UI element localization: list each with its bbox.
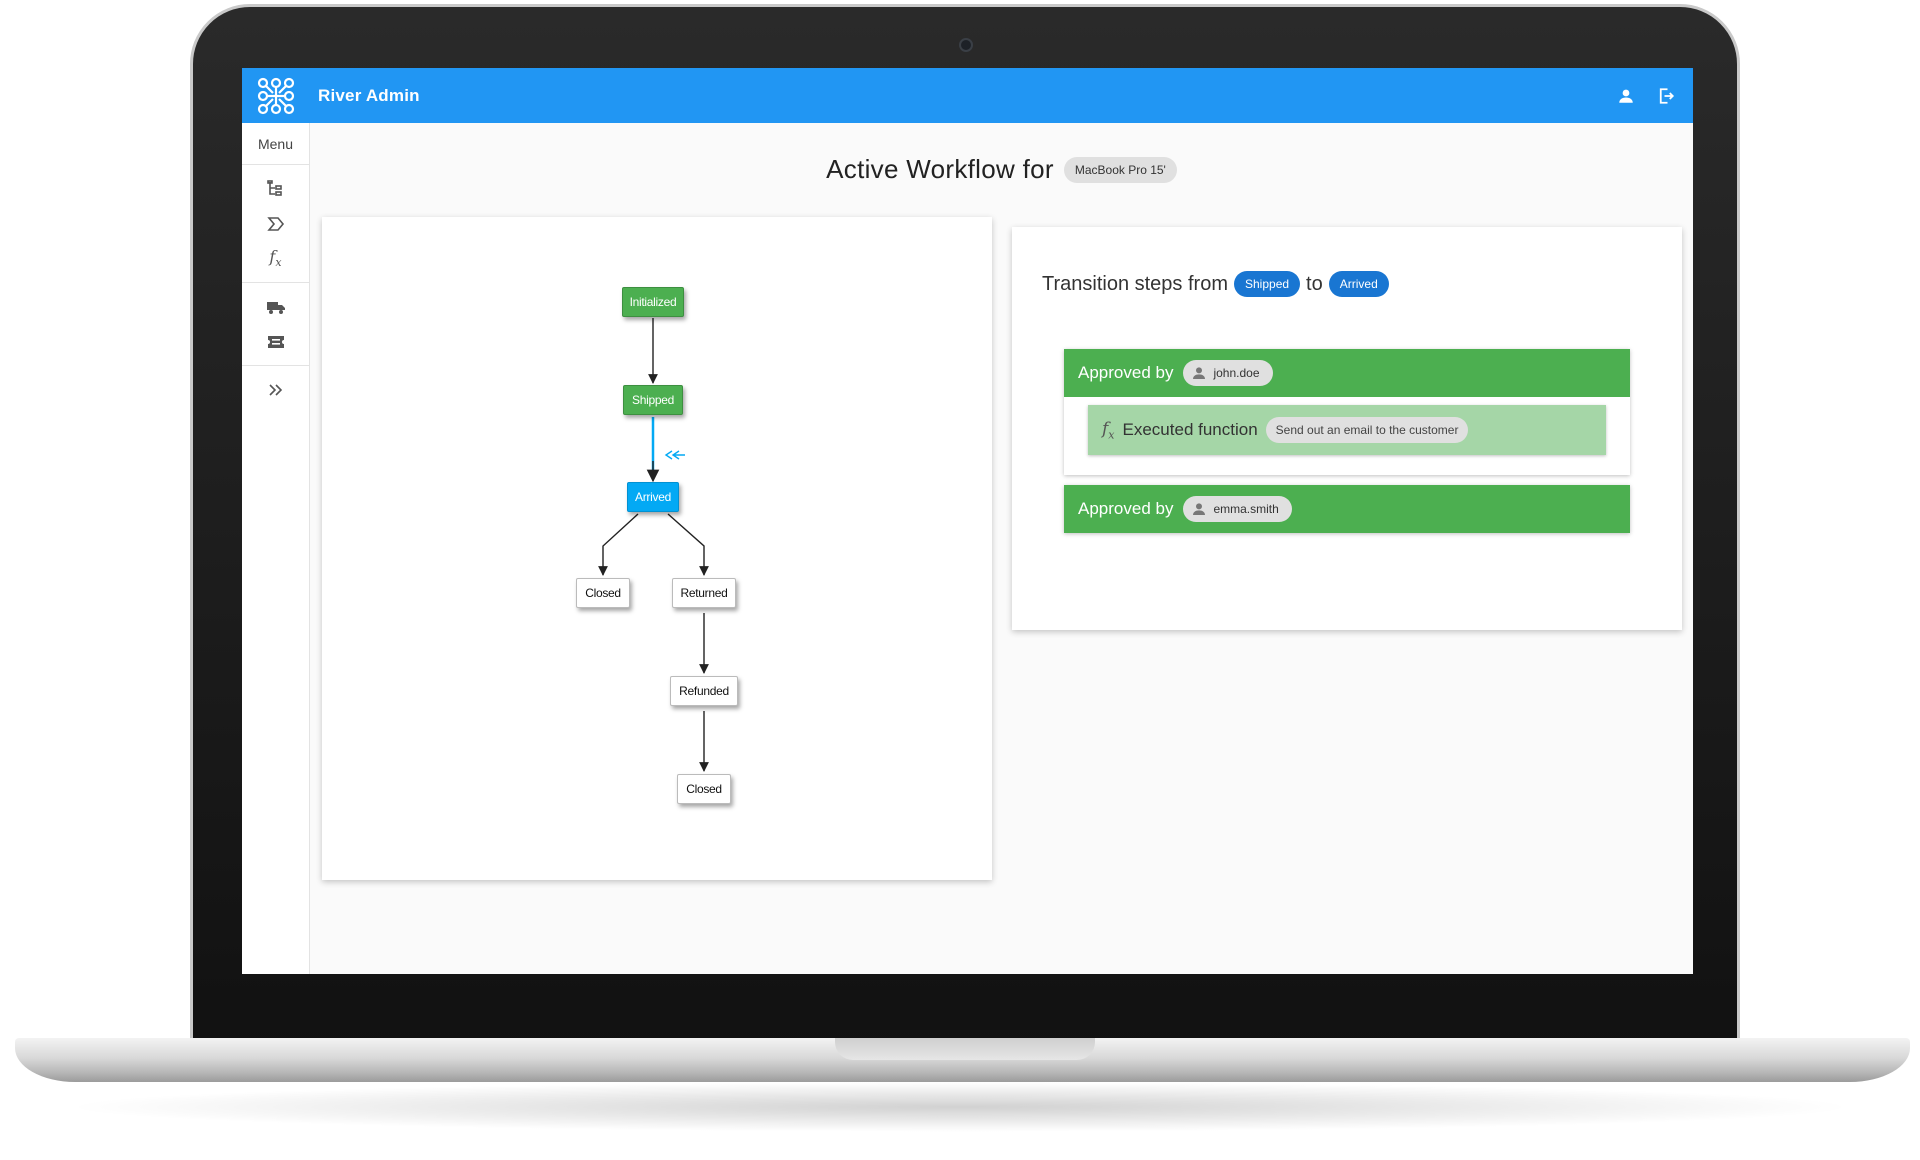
approved-by-label: Approved by — [1078, 499, 1174, 518]
approval-step-2: Approved by emma.smith — [1064, 485, 1630, 533]
sidebar: Menu fx — [242, 123, 310, 974]
laptop-camera — [959, 38, 973, 52]
approval-step-body: fx Executed function Send out an email t… — [1064, 397, 1630, 475]
sidebar-item-states[interactable] — [242, 171, 309, 206]
executed-function-label: Executed function — [1122, 420, 1258, 439]
user-chip-name: emma.smith — [1213, 502, 1279, 516]
state-node-closed-final[interactable]: Closed — [677, 774, 731, 804]
user-chip-name: john.doe — [1213, 366, 1260, 380]
workflow-diagram-card: Initialized Shipped Arrived Closed Retur… — [322, 217, 992, 880]
transition-heading-text: Transition steps from — [1042, 272, 1228, 295]
user-icon — [1193, 503, 1206, 515]
laptop-shadow — [60, 1082, 1860, 1132]
transition-heading: Transition steps from Shipped to Arrived — [1042, 271, 1389, 297]
state-node-returned[interactable]: Returned — [672, 578, 736, 608]
to-state-chip[interactable]: Arrived — [1328, 271, 1389, 297]
user-chip[interactable]: emma.smith — [1183, 496, 1292, 522]
logout-icon[interactable] — [1655, 85, 1677, 107]
laptop-notch — [835, 1038, 1095, 1060]
executed-function-row: fx Executed function Send out an email t… — [1088, 405, 1606, 455]
states-icon — [266, 179, 282, 196]
state-node-shipped[interactable]: Shipped — [623, 385, 683, 415]
sidebar-item-functions[interactable]: fx — [242, 241, 309, 276]
function-chip[interactable]: Send out an email to the customer — [1265, 417, 1469, 443]
edge-arrived-returned — [667, 513, 709, 576]
edge-arrived-closed — [598, 513, 639, 576]
approved-by-label: Approved by — [1078, 363, 1174, 382]
user-chip[interactable]: john.doe — [1183, 360, 1273, 386]
menu-label: Menu — [242, 123, 309, 165]
page-title: Active Workflow for MacBook Pro 15' — [310, 154, 1693, 185]
expand-icon — [268, 383, 282, 396]
approval-step-header: Approved by john.doe — [1064, 349, 1630, 397]
approval-step-header: Approved by emma.smith — [1064, 485, 1630, 533]
state-node-arrived[interactable]: Arrived — [627, 482, 679, 512]
sidebar-group-objects — [242, 283, 309, 366]
workflow-logo-icon[interactable] — [254, 74, 298, 118]
app-screen: River Admin Menu fx Active Workflow for … — [242, 68, 1693, 974]
app-title: River Admin — [318, 85, 420, 105]
sidebar-group-workflow: fx — [242, 165, 309, 283]
page-title-text: Active Workflow for — [826, 154, 1054, 184]
app-bar: River Admin — [242, 68, 1693, 123]
state-node-refunded[interactable]: Refunded — [670, 676, 738, 706]
sidebar-item-tickets[interactable] — [242, 324, 309, 359]
sidebar-expand-button[interactable] — [242, 372, 309, 407]
function-icon: fx — [269, 247, 282, 270]
transitions-icon — [266, 216, 284, 231]
approval-step-1: Approved by john.doe fx Executed functio… — [1064, 349, 1630, 475]
state-node-initialized[interactable]: Initialized — [622, 287, 684, 317]
truck-icon — [266, 301, 285, 314]
transition-steps-card: Transition steps from Shipped to Arrived… — [1012, 227, 1682, 630]
state-node-closed[interactable]: Closed — [576, 578, 630, 608]
sidebar-group-expand — [242, 366, 309, 413]
ticket-icon — [267, 335, 284, 348]
edge-shipped-arrived — [646, 417, 685, 483]
transition-to-word: to — [1306, 272, 1323, 295]
from-state-chip[interactable]: Shipped — [1234, 271, 1301, 297]
sidebar-item-transitions[interactable] — [242, 206, 309, 241]
function-icon: fx — [1102, 418, 1115, 442]
user-icon — [1193, 367, 1206, 379]
account-icon[interactable] — [1615, 85, 1637, 107]
sidebar-item-shipping[interactable] — [242, 289, 309, 324]
object-chip[interactable]: MacBook Pro 15' — [1063, 156, 1177, 183]
